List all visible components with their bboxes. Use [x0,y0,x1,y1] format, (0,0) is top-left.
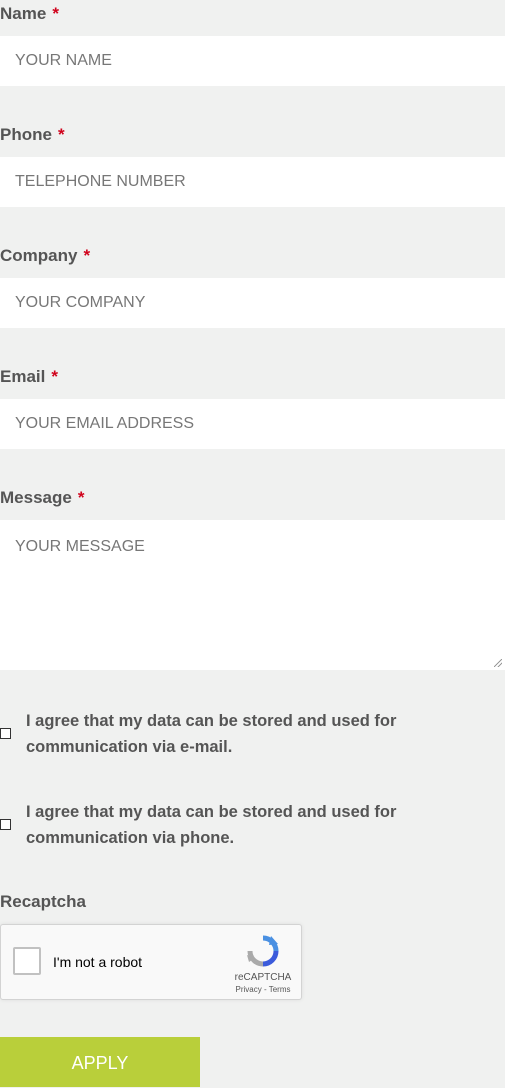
consent-email-checkbox[interactable] [0,728,11,739]
phone-label-text: Phone [0,125,52,144]
email-placeholder: YOUR EMAIL ADDRESS [15,415,195,432]
name-placeholder: YOUR NAME [15,52,112,69]
recaptcha-brand: reCAPTCHA [234,972,292,983]
message-label: Message * [0,486,84,510]
recaptcha-checkbox[interactable] [13,947,41,975]
company-label-text: Company [0,246,78,265]
company-label: Company * [0,244,90,268]
name-label: Name * [0,2,59,26]
message-placeholder: YOUR MESSAGE [15,538,145,555]
consent-email-label: I agree that my data can be stored and u… [26,712,397,756]
required-mark: * [51,367,58,386]
company-placeholder: YOUR COMPANY [15,294,146,311]
apply-button[interactable]: APPLY [0,1037,200,1087]
recaptcha-checkbox-label: I'm not a robot [53,954,143,970]
recaptcha-widget: I'm not a robot reCAPTCHA Privacy - Term… [0,924,302,1000]
name-input[interactable]: YOUR NAME [0,36,505,86]
required-mark: * [57,125,65,144]
consent-phone-checkbox[interactable] [0,819,11,830]
email-label-text: Email [0,367,46,386]
company-input[interactable]: YOUR COMPANY [0,278,505,328]
consent-phone: I agree that my data can be stored and u… [0,799,505,855]
recaptcha-label: Recaptcha [0,892,86,911]
consent-phone-label: I agree that my data can be stored and u… [26,803,397,847]
name-label-text: Name [0,4,47,23]
required-mark: * [77,488,85,507]
message-label-text: Message [0,488,72,507]
phone-input[interactable]: TELEPHONE NUMBER [0,157,505,207]
resize-grip-icon[interactable] [494,659,502,667]
email-label: Email * [0,365,58,389]
phone-label: Phone * [0,123,65,147]
message-textarea[interactable]: YOUR MESSAGE [0,520,505,670]
required-mark: * [52,4,59,23]
recaptcha-logo-icon [247,935,279,967]
required-mark: * [83,246,91,265]
phone-placeholder: TELEPHONE NUMBER [15,173,186,190]
consent-email: I agree that my data can be stored and u… [0,708,505,764]
recaptcha-links[interactable]: Privacy - Terms [227,985,299,994]
email-input[interactable]: YOUR EMAIL ADDRESS [0,399,505,449]
